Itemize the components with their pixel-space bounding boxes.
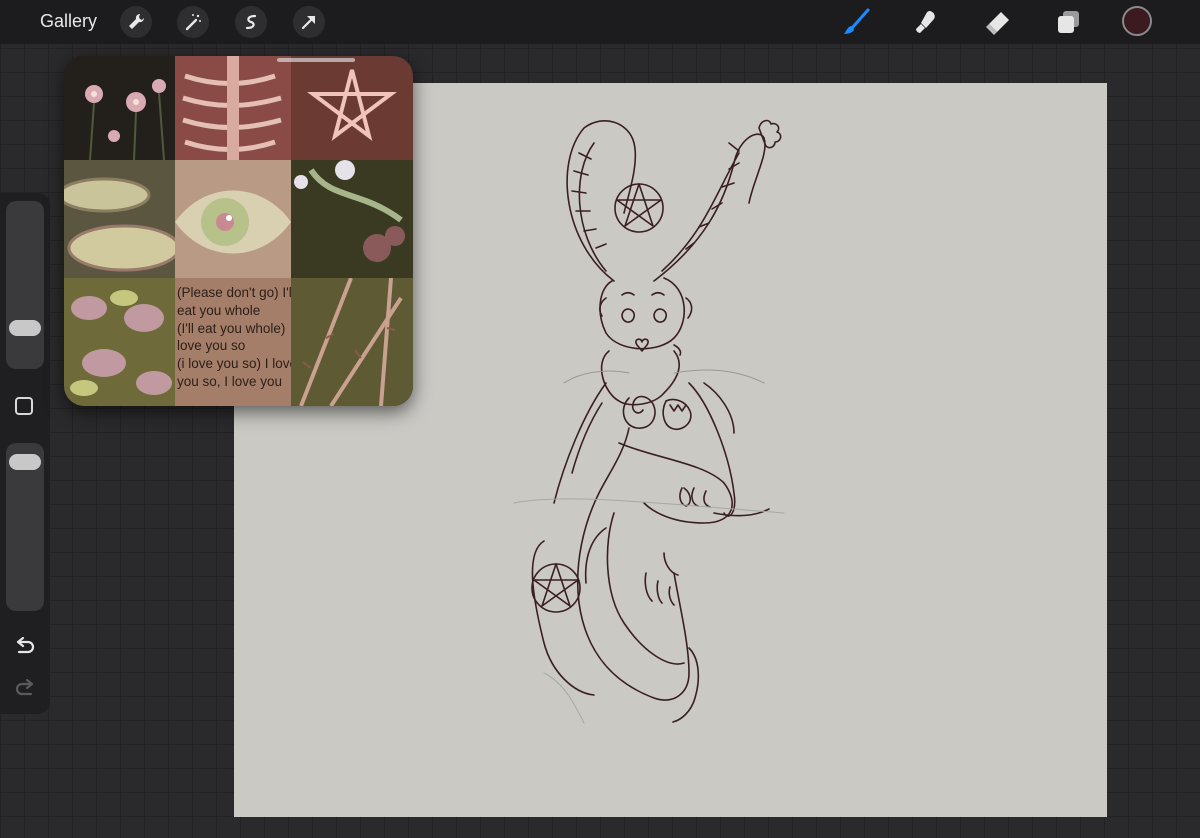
color-picker-button[interactable] — [1122, 6, 1152, 36]
opacity-slider[interactable] — [6, 443, 44, 611]
eraser-icon — [986, 12, 1009, 35]
smudge-icon — [916, 11, 935, 33]
reference-image-window[interactable]: (Please don't go) I'll eat you whole (I'll… — [64, 56, 413, 406]
reference-tile-thorns — [291, 278, 413, 406]
actions-button[interactable] — [120, 6, 152, 38]
brush-tool-button[interactable] — [838, 6, 874, 38]
lyrics-line: love you so — [177, 338, 246, 354]
smudge-tool-button[interactable] — [908, 6, 944, 38]
lyrics-text: (Please don't go) I'll eat you whole (I'll… — [177, 284, 291, 391]
brush-icon — [844, 8, 870, 34]
redo-button[interactable] — [12, 676, 38, 702]
reference-tile-pentagram — [291, 56, 413, 160]
adjustments-button[interactable] — [177, 6, 209, 38]
gallery-button[interactable]: Gallery — [40, 11, 97, 32]
transform-arrow-icon — [301, 15, 316, 30]
lyrics-line: (Please don't go) I'll — [177, 285, 291, 300]
lyrics-line: eat you whole — [177, 302, 261, 318]
brush-size-thumb[interactable] — [9, 320, 41, 337]
reference-tile-mushrooms — [291, 160, 413, 278]
reference-tile-flowers — [64, 56, 175, 160]
redo-icon — [15, 679, 34, 696]
brush-size-slider[interactable] — [6, 201, 44, 369]
layers-icon — [1058, 11, 1079, 33]
reference-tile-eye — [175, 160, 291, 278]
left-sidebar — [0, 193, 50, 714]
eraser-tool-button[interactable] — [980, 6, 1016, 38]
lyrics-line: you so, I love you — [177, 373, 283, 389]
reference-drag-handle[interactable] — [277, 58, 355, 62]
reference-tile-lyrics: (Please don't go) I'll eat you whole (I'll… — [175, 278, 291, 406]
layers-button[interactable] — [1050, 6, 1086, 38]
reference-tile-lily-pads — [64, 160, 175, 278]
selection-icon — [245, 14, 257, 30]
top-toolbar: Gallery — [0, 0, 1200, 44]
magic-wand-icon — [185, 14, 201, 31]
selection-button[interactable] — [235, 6, 267, 38]
lyrics-line: (I'll eat you whole) — [177, 320, 286, 336]
reference-tile-ribcage — [175, 56, 291, 160]
undo-icon — [16, 637, 35, 654]
transform-button[interactable] — [293, 6, 325, 38]
undo-button[interactable] — [12, 634, 38, 660]
modify-button[interactable] — [15, 397, 33, 415]
wrench-icon — [129, 13, 145, 29]
reference-tile-venus-flytraps — [64, 278, 175, 406]
lyrics-line: (i love you so) I love — [177, 356, 291, 372]
opacity-thumb[interactable] — [9, 454, 41, 471]
